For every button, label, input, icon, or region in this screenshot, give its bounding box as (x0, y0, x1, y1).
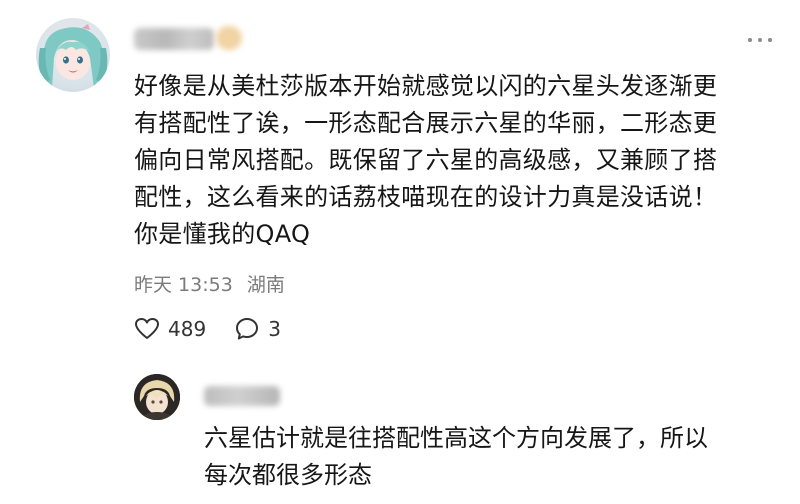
more-dots-icon[interactable] (748, 30, 772, 50)
like-count: 489 (168, 317, 207, 341)
comment-line: 偏向日常风搭配。既保留了六星的高级感，又兼顾了搭 (134, 146, 718, 174)
avatar-illustration (38, 24, 108, 88)
comment-meta: 昨天 13:53 湖南 (134, 270, 285, 297)
comment-bubble-icon (236, 318, 259, 340)
reply-button[interactable]: 3 (234, 316, 281, 342)
comment-line: 配性，这么看来的话荔枝喵现在的设计力真是没话说！ (134, 183, 718, 211)
comment-body: 好像是从美杜莎版本开始就感觉以闪的六星头发逐渐更 有搭配性了诶，一形态配合展示六… (134, 68, 784, 253)
comment-line: 有搭配性了诶，一形态配合展示六星的华丽，二形态更 (134, 109, 718, 137)
comment-line: 你是懂我的QAQ (134, 220, 311, 248)
reply-line: 六星估计就是往搭配性高这个方向发展了，所以 (204, 424, 708, 452)
like-button[interactable]: 489 (134, 317, 206, 341)
user-badge-blurred (216, 26, 242, 50)
reply-body: 六星估计就是往搭配性高这个方向发展了，所以 每次都很多形态 (204, 420, 784, 494)
reply-avatar-illustration (134, 374, 180, 420)
comment-location: 湖南 (246, 274, 285, 296)
reply-line: 每次都很多形态 (204, 461, 372, 489)
reply-user-avatar[interactable] (134, 374, 180, 420)
reply-count: 3 (268, 317, 281, 341)
heart-icon (135, 318, 159, 339)
comment-actions: 489 3 (134, 314, 309, 344)
username-blurred[interactable] (134, 28, 214, 50)
comment-time: 昨天 13:53 (134, 274, 233, 296)
comment-line: 好像是从美杜莎版本开始就感觉以闪的六星头发逐渐更 (134, 72, 718, 100)
reply-username-blurred[interactable] (204, 386, 280, 406)
comment-thread: 好像是从美杜莎版本开始就感觉以闪的六星头发逐渐更 有搭配性了诶，一形态配合展示六… (0, 0, 800, 504)
user-avatar[interactable] (36, 18, 110, 92)
